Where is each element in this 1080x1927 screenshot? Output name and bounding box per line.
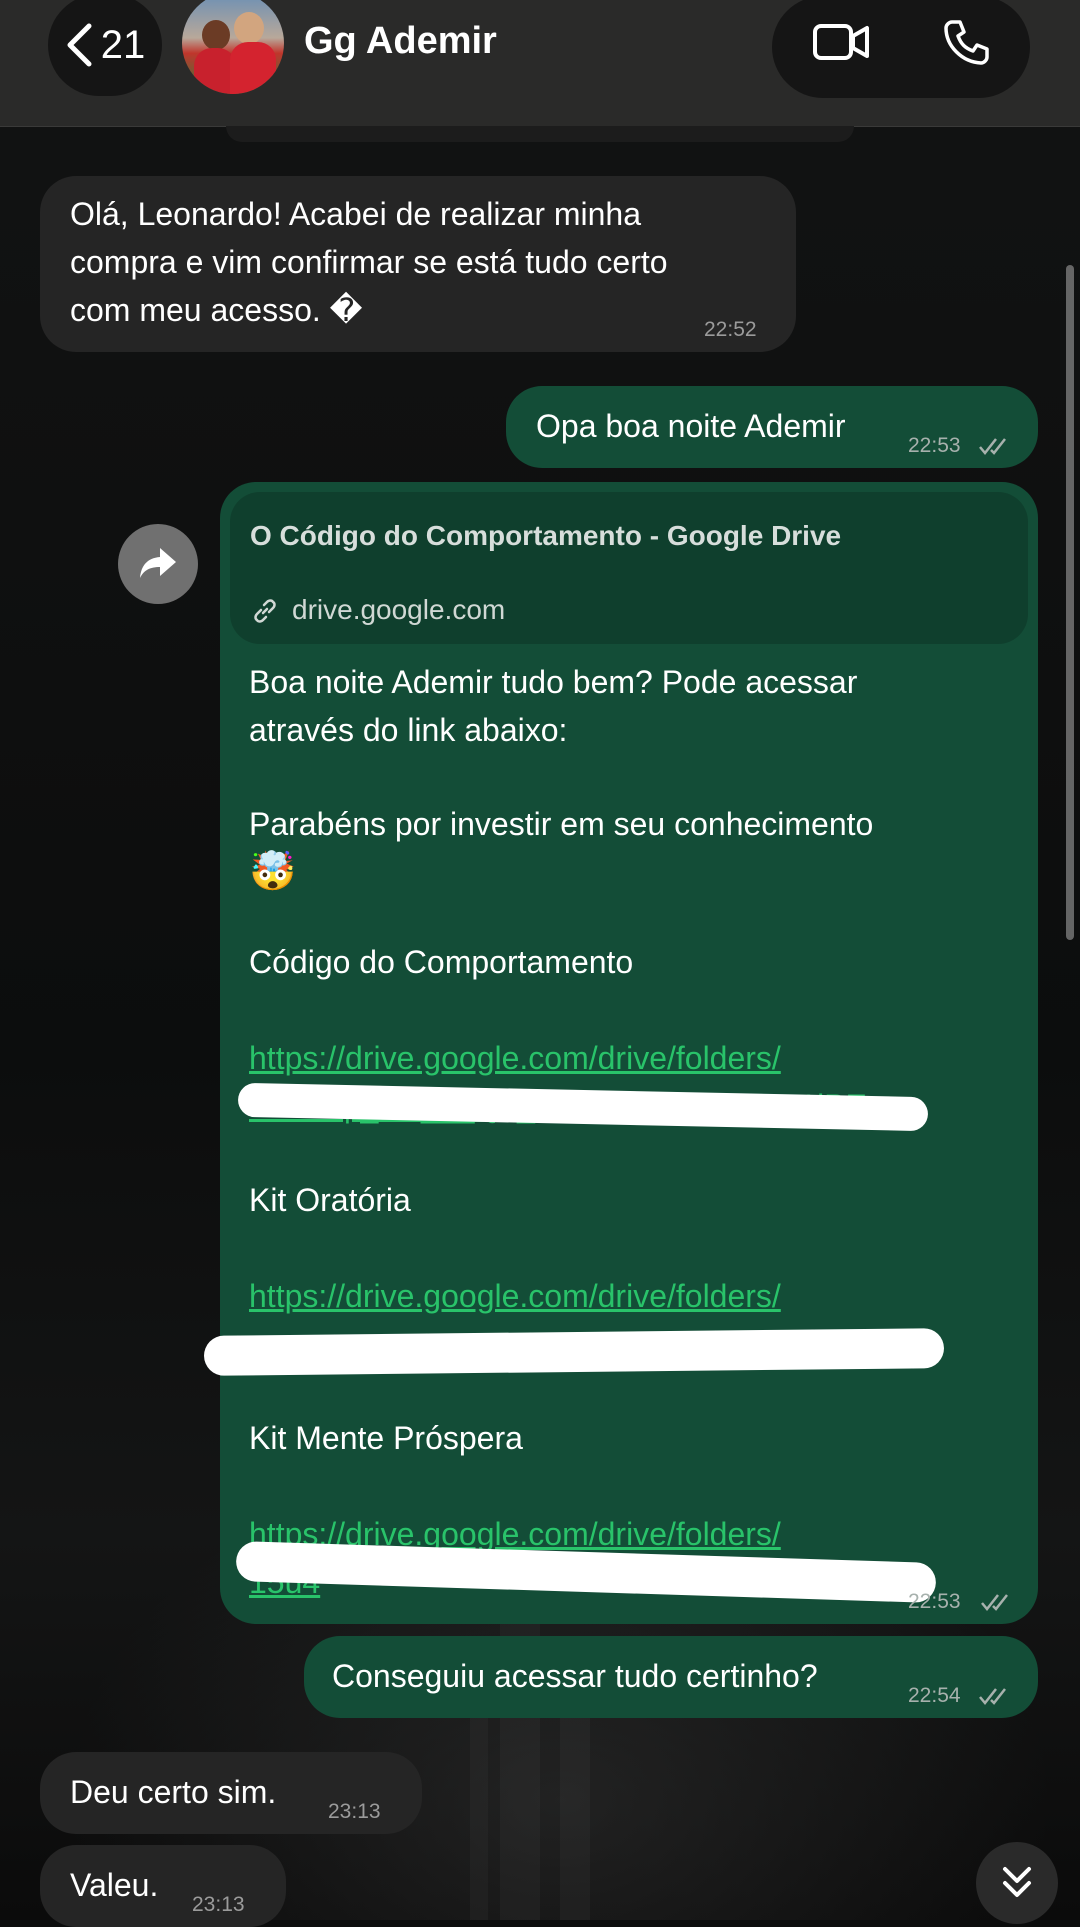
message-text: Opa boa noite Ademir [536, 408, 846, 444]
phone-icon[interactable] [942, 18, 990, 66]
link-preview[interactable]: O Código do Comportamento - Google Drive… [230, 492, 1028, 644]
message-text: Conseguiu acessar tudo certinho? [332, 1658, 818, 1694]
previous-message-edge [226, 126, 854, 142]
redaction-scribble [203, 1328, 945, 1376]
message-text: Deu certo sim. [70, 1774, 277, 1810]
message-time: 22:54 [908, 1684, 961, 1707]
drive-link[interactable]: https://drive.google.com/drive/folders/ [249, 1034, 781, 1082]
video-call-icon[interactable] [812, 20, 870, 64]
message-line: Parabéns por investir em seu conheciment… [249, 806, 874, 842]
scroll-to-bottom-button[interactable] [976, 1842, 1058, 1924]
link-icon [254, 599, 276, 623]
emoji-mind-blown: 🤯 [249, 851, 297, 893]
outgoing-message[interactable]: Opa boa noite Ademir 22:53 [506, 386, 1038, 468]
message-time: 23:13 [328, 1800, 381, 1823]
back-button[interactable]: 21 [48, 0, 162, 96]
double-chevron-down-icon [1003, 1867, 1031, 1897]
section-title: Kit Mente Próspera [249, 1420, 523, 1456]
message-text: Valeu. [70, 1867, 159, 1903]
section-title: Código do Comportamento [249, 944, 634, 980]
message-line: Boa noite Ademir tudo bem? Pode acessar [249, 664, 858, 700]
message-line: através do link abaixo: [249, 712, 568, 748]
drive-link[interactable]: https://drive.google.com/drive/folders/ [249, 1272, 781, 1320]
message-time: 23:13 [192, 1893, 245, 1916]
contact-name[interactable]: Gg Ademir [304, 20, 497, 63]
outgoing-link-message[interactable]: O Código do Comportamento - Google Drive… [203, 482, 1038, 1624]
scrollbar[interactable] [1066, 265, 1074, 940]
incoming-message[interactable]: Deu certo sim. 23:13 [40, 1752, 422, 1834]
message-text: Olá, Leonardo! Acabei de realizar minha … [70, 196, 668, 328]
link-preview-title: O Código do Comportamento - Google Drive [250, 520, 842, 551]
call-actions [772, 0, 1030, 98]
back-chevron-icon [67, 23, 92, 67]
forward-icon [140, 548, 176, 578]
section-title: Kit Oratória [249, 1182, 411, 1218]
incoming-message[interactable]: Olá, Leonardo! Acabei de realizar minha … [40, 176, 796, 352]
incoming-message[interactable]: Valeu. 23:13 [40, 1845, 286, 1927]
link-preview-domain: drive.google.com [292, 594, 506, 625]
unread-count: 21 [100, 22, 146, 67]
double-check-icon [979, 1688, 1006, 1705]
message-time: 22:53 [908, 434, 961, 457]
chat-header: 21 Gg Ademir [0, 0, 1080, 127]
double-check-icon [979, 438, 1006, 455]
outgoing-message[interactable]: Conseguiu acessar tudo certinho? 22:54 [304, 1636, 1038, 1718]
forward-button[interactable] [118, 524, 198, 604]
message-time: 22:52 [704, 318, 757, 341]
message-time: 22:53 [908, 1590, 961, 1613]
double-check-icon [981, 1594, 1008, 1611]
avatar[interactable] [182, 0, 284, 94]
